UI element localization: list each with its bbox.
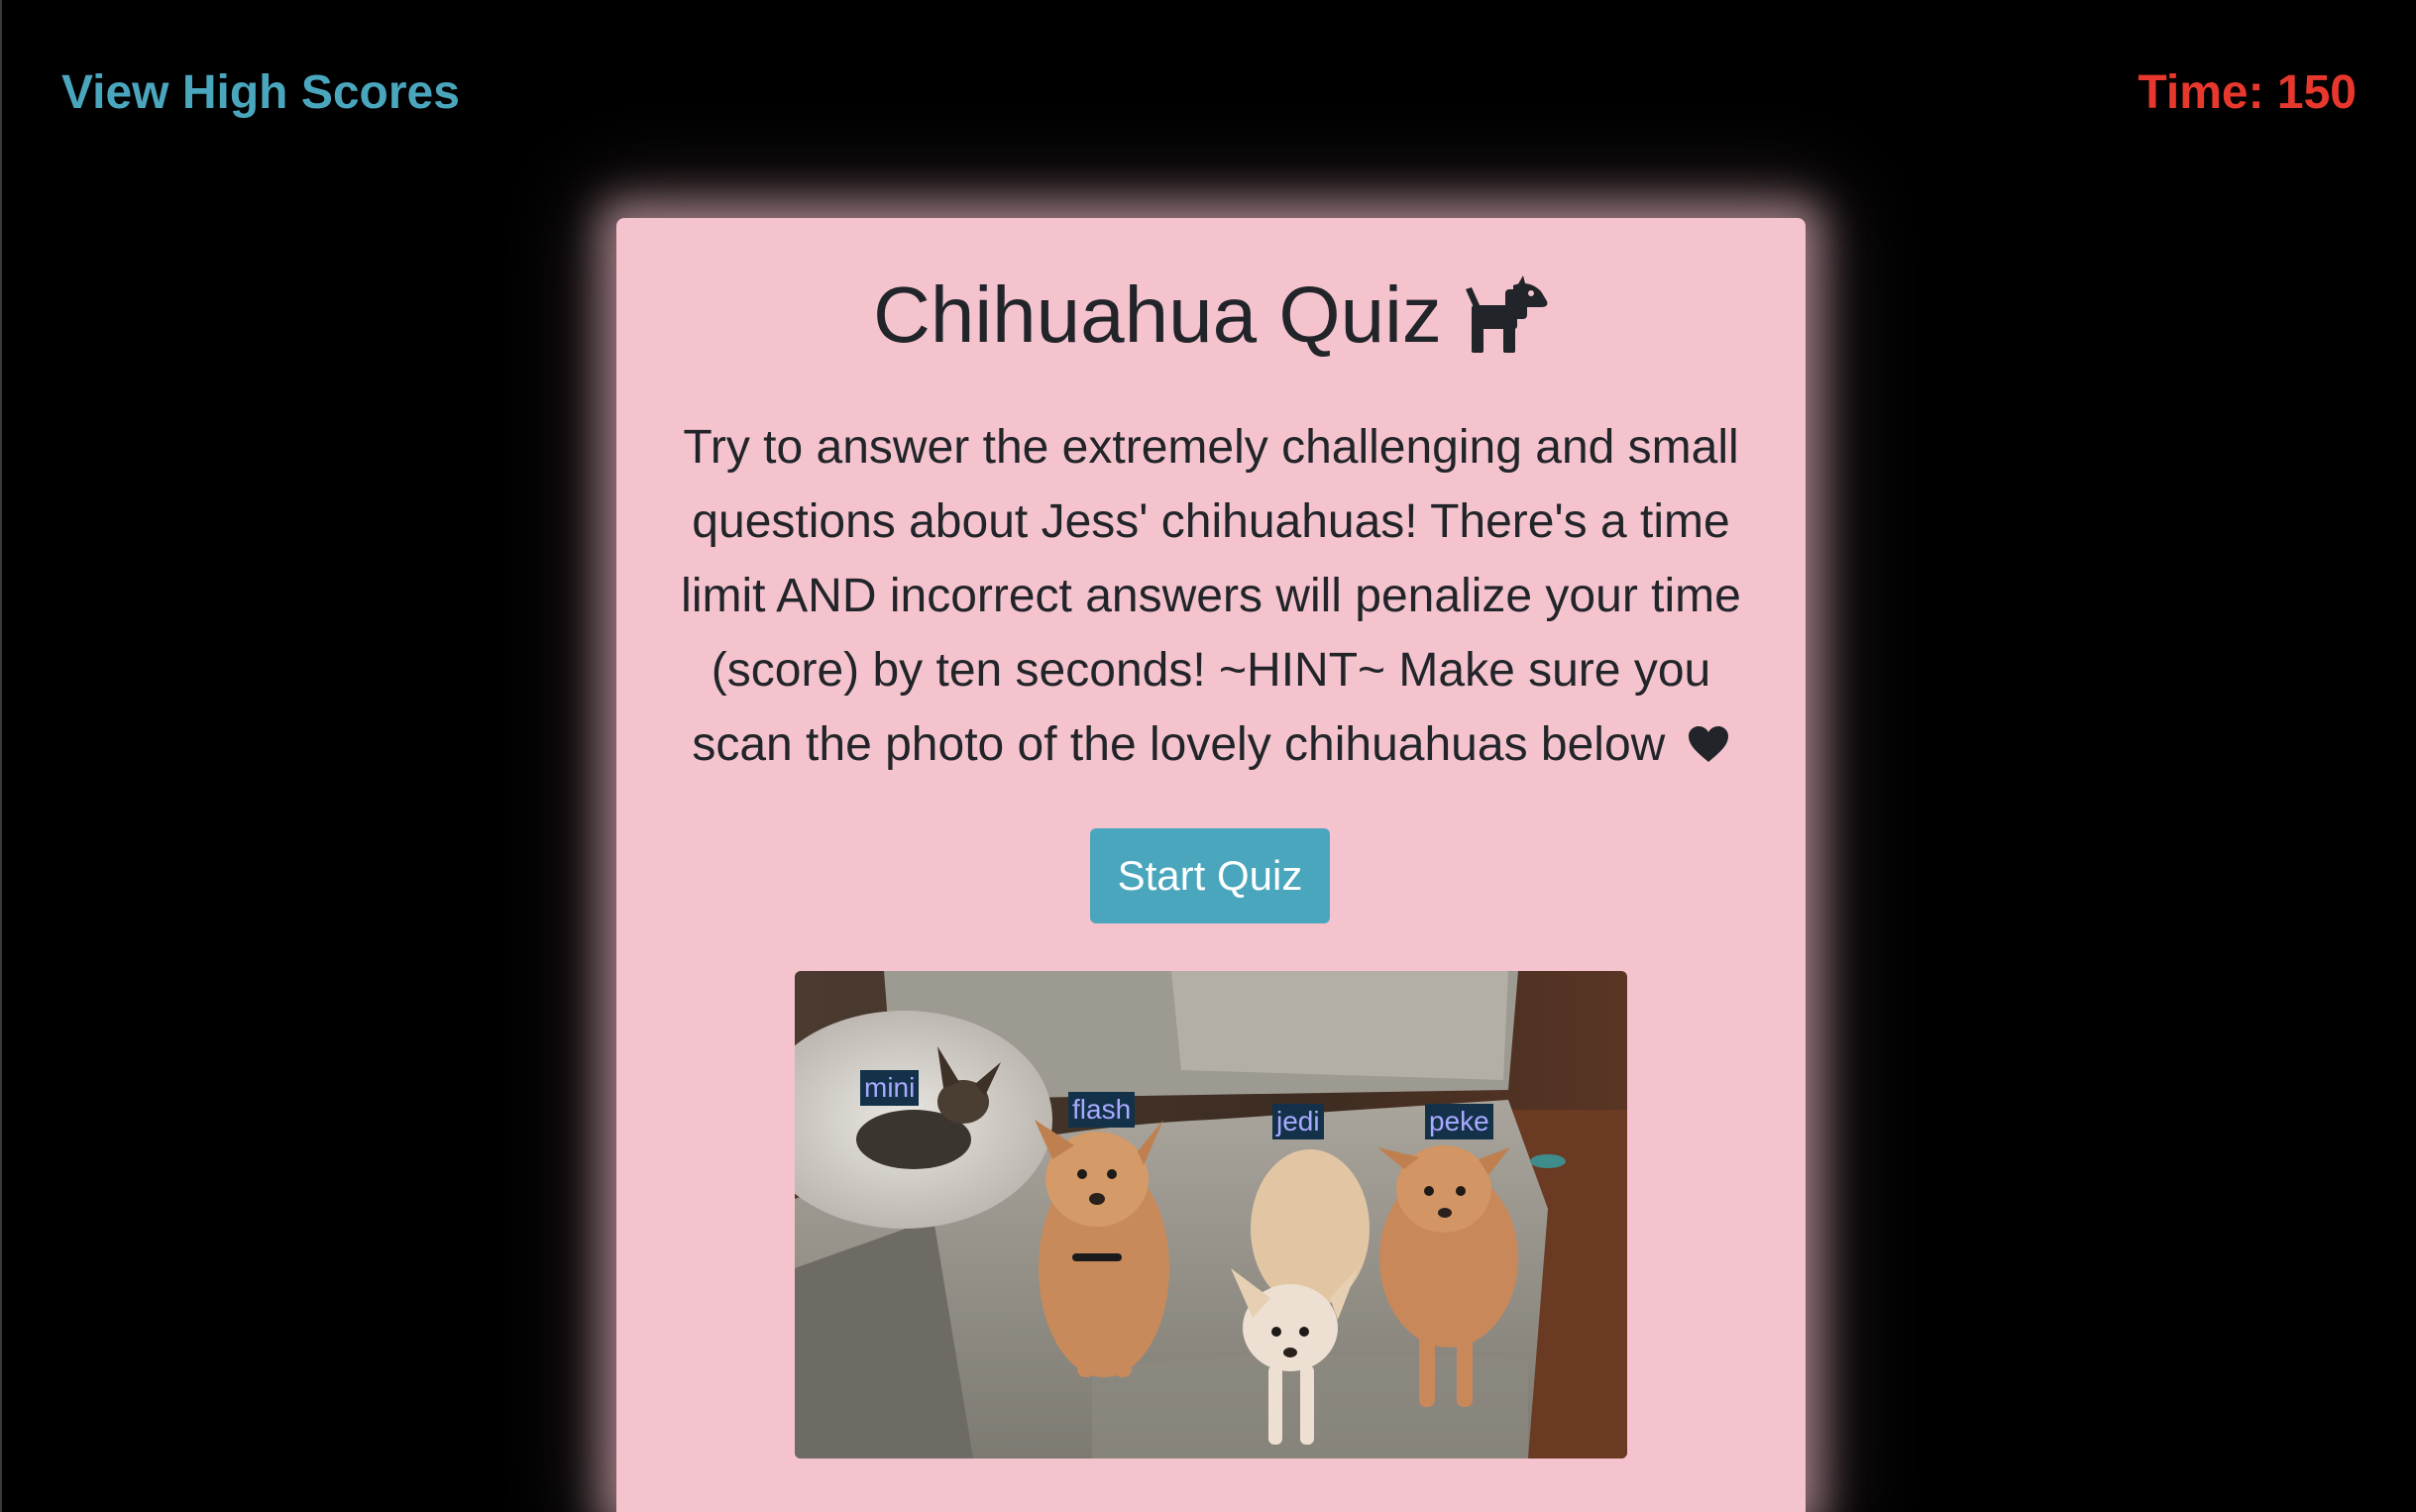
dog-label-flash: flash (1068, 1092, 1136, 1128)
dog-label-jedi: jedi (1272, 1104, 1324, 1139)
start-quiz-button[interactable]: Start Quiz (1090, 828, 1330, 923)
quiz-description: Try to answer the extremely challenging … (668, 410, 1754, 782)
dog-icon (1465, 275, 1548, 353)
quiz-description-text: Try to answer the extremely challenging … (681, 421, 1741, 771)
heart-icon (1688, 726, 1728, 762)
quiz-page: View High Scores Time: 150 Chihuahua Qui… (0, 0, 2416, 1512)
timer-display: Time: 150 (2138, 66, 2357, 119)
view-high-scores-link[interactable]: View High Scores (61, 65, 460, 120)
quiz-title: Chihuahua Quiz (616, 270, 1806, 361)
chihuahuas-photo: mini flash jedi peke (795, 971, 1627, 1458)
quiz-card: Chihuahua Quiz Try to answer the extreme… (616, 218, 1806, 1512)
quiz-title-text: Chihuahua Quiz (873, 270, 1442, 359)
chihuahuas-photo-illustration (795, 971, 1627, 1458)
dog-label-mini: mini (860, 1070, 920, 1106)
dog-label-peke: peke (1425, 1104, 1493, 1139)
